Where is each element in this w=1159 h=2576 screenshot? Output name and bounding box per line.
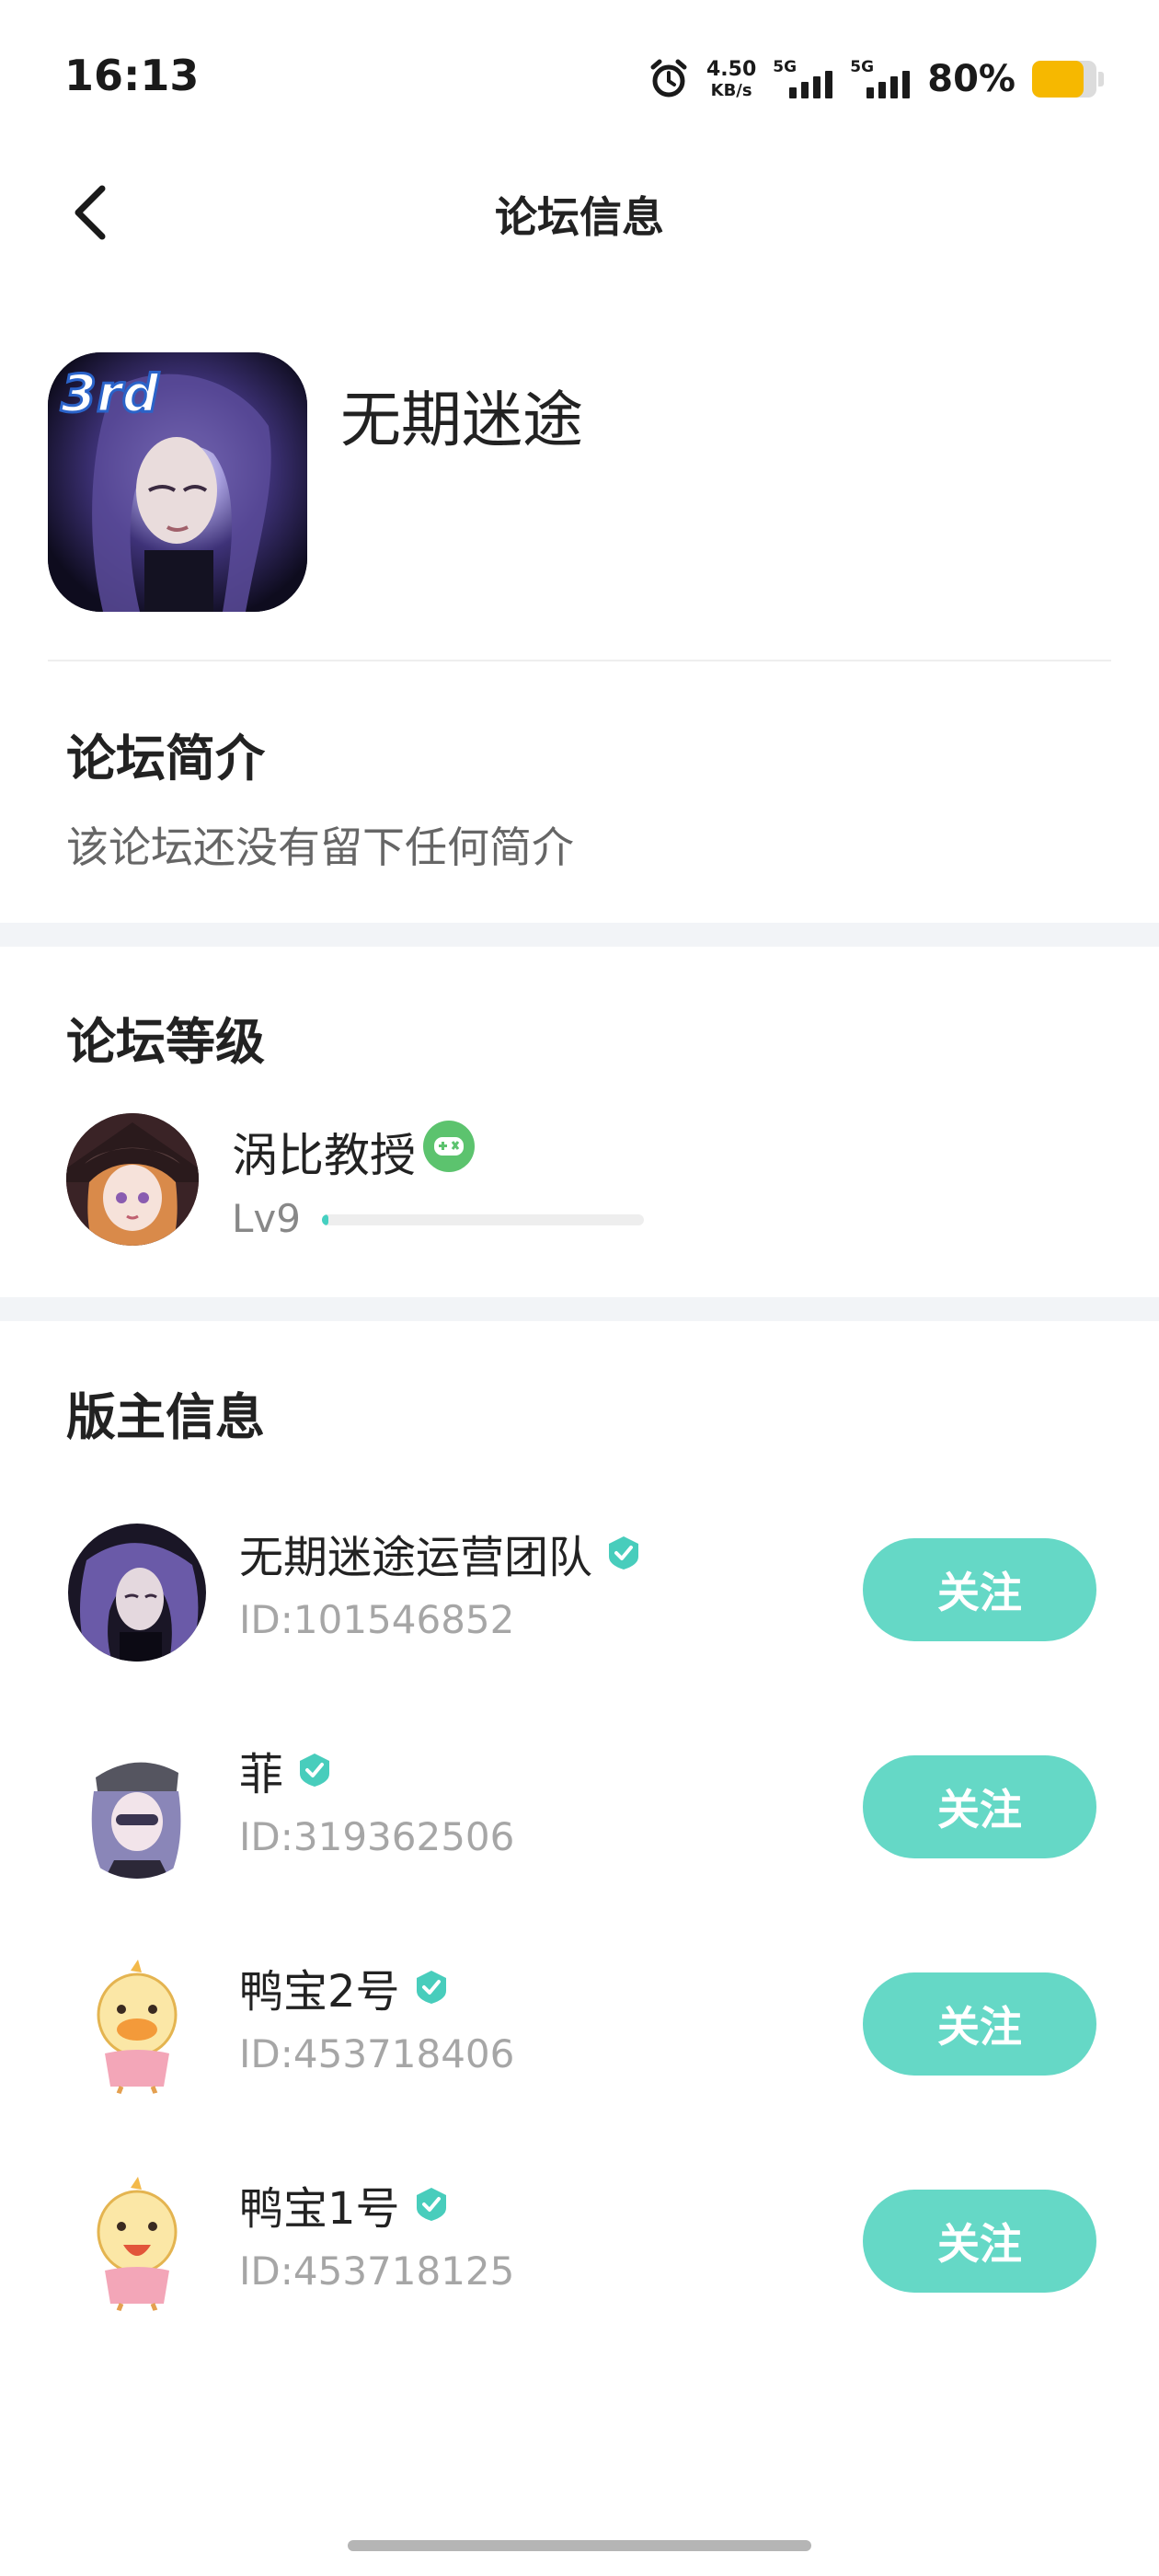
avatar[interactable] — [68, 1524, 206, 1662]
level-section-title: 论坛等级 — [66, 1013, 265, 1071]
moderator-section-title: 版主信息 — [66, 1388, 265, 1446]
moderator-row: 无期迷途运营团队 ID:101546852 关注 — [0, 1507, 1159, 1663]
level-user-name: 涡比教授 — [232, 1129, 416, 1182]
avatar[interactable] — [68, 2175, 206, 2313]
moderator-id: ID:101546852 — [239, 1597, 515, 1642]
intro-section-title: 论坛简介 — [66, 730, 265, 788]
moderator-row: 菲 ID:319362506 关注 — [0, 1724, 1159, 1880]
moderator-name-line: 无期迷途运营团队 — [239, 1524, 642, 1583]
avatar[interactable] — [66, 1113, 199, 1246]
moderator-name-line: 鸭宝2号 — [239, 1958, 450, 2018]
intro-text: 该论坛还没有留下任何简介 — [66, 822, 574, 872]
moderator-name: 无期迷途运营团队 — [239, 1532, 593, 1583]
moderator-row: 鸭宝2号 ID:453718406 关注 — [0, 1941, 1159, 2098]
battery-fill — [1032, 61, 1084, 98]
verified-badge-icon — [416, 2188, 446, 2221]
moderator-id: ID:319362506 — [239, 1814, 515, 1859]
divider — [48, 660, 1111, 661]
moderator-name: 鸭宝1号 — [239, 2183, 400, 2235]
battery-percent: 80% — [927, 58, 1016, 100]
moderator-name: 鸭宝2号 — [239, 1966, 400, 2018]
battery-cap — [1098, 72, 1104, 86]
logo-badge: 3rd — [61, 364, 160, 424]
follow-button[interactable]: 关注 — [863, 1972, 1096, 2076]
avatar[interactable] — [68, 1741, 206, 1879]
forum-name: 无期迷途 — [340, 385, 583, 455]
moderator-id: ID:453718406 — [239, 2031, 515, 2076]
network-speed-value: 4.50 — [706, 57, 757, 81]
verified-badge-icon — [300, 1754, 330, 1787]
level-progress-bar — [322, 1214, 644, 1225]
status-time: 16:13 — [64, 51, 200, 100]
status-indicators: 4.50 KB/s 5G 5G 80% — [648, 52, 1104, 107]
battery-icon — [1032, 61, 1096, 98]
level-text: Lv9 — [232, 1196, 301, 1241]
nav-bar: 论坛信息 — [0, 156, 1159, 267]
avatar[interactable] — [68, 1958, 206, 2096]
verified-badge-icon — [609, 1536, 639, 1570]
alarm-clock-icon — [648, 58, 690, 100]
gamepad-icon — [423, 1121, 475, 1172]
moderator-name-line: 菲 — [239, 1741, 333, 1800]
forum-header: 3rd 无期迷途 — [48, 352, 1111, 661]
follow-button[interactable]: 关注 — [863, 1538, 1096, 1641]
moderator-name-line: 鸭宝1号 — [239, 2175, 450, 2235]
page-title: 论坛信息 — [495, 192, 664, 242]
network-speed: 4.50 KB/s — [706, 57, 757, 100]
section-separator — [0, 1297, 1159, 1321]
moderator-row: 鸭宝1号 ID:453718125 关注 — [0, 2158, 1159, 2315]
network-speed-unit: KB/s — [710, 80, 752, 100]
signal-strength-icon: 5G — [850, 58, 911, 100]
moderator-name: 菲 — [239, 1749, 284, 1800]
signal-strength-icon: 5G — [773, 58, 833, 100]
home-indicator[interactable] — [348, 2540, 811, 2551]
level-progress-fill — [322, 1214, 328, 1225]
follow-button[interactable]: 关注 — [863, 1755, 1096, 1858]
section-separator — [0, 923, 1159, 947]
status-bar: 16:13 4.50 KB/s 5G 5G 80% — [0, 0, 1159, 156]
verified-badge-icon — [416, 1971, 446, 2004]
follow-button[interactable]: 关注 — [863, 2190, 1096, 2293]
moderator-id: ID:453718125 — [239, 2248, 515, 2294]
forum-logo: 3rd — [48, 352, 307, 612]
forum-info-page: 16:13 4.50 KB/s 5G 5G 80% 论坛信息 3rd 无期迷途 … — [0, 0, 1159, 2576]
